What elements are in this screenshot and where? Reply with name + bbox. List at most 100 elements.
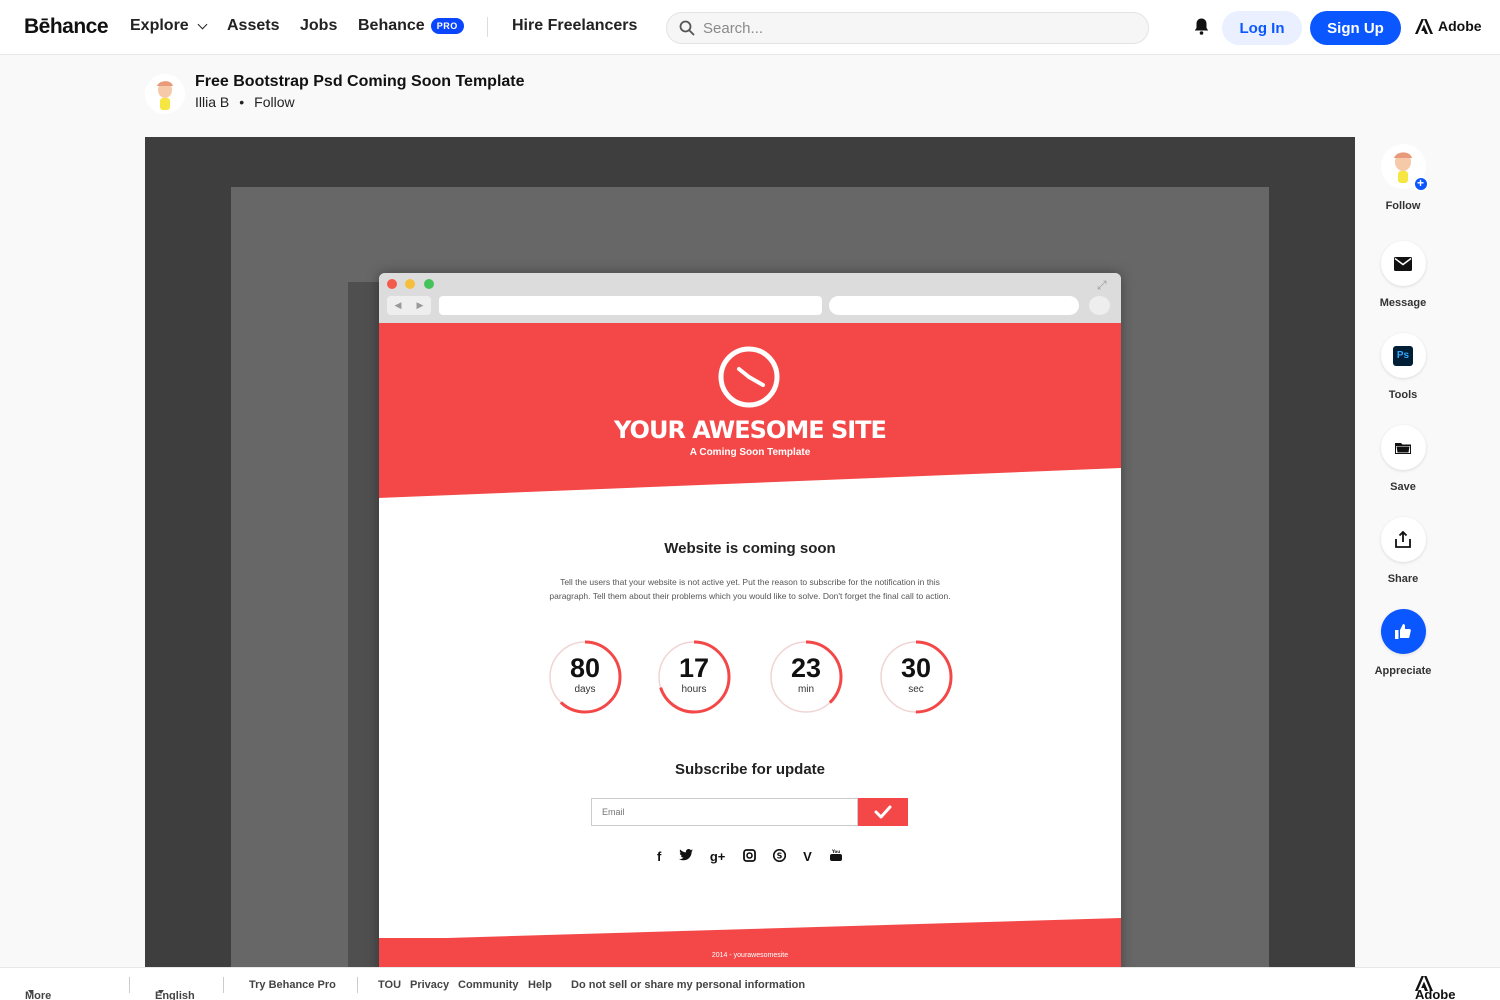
plus-icon: + <box>1412 176 1429 192</box>
site-subtitle: A Coming Soon Template <box>689 447 811 458</box>
counter-days: 80 days <box>547 639 623 715</box>
author-name[interactable]: Illia B <box>195 94 229 110</box>
behance-logo[interactable]: Bēhance <box>24 15 109 39</box>
help-link[interactable]: Help <box>528 979 552 991</box>
youtube-icon: You <box>829 849 843 865</box>
search-icon <box>679 20 695 36</box>
adobe-label: Adobe <box>1438 18 1482 34</box>
footer-divider <box>129 977 130 993</box>
site-title: YOUR AWESOME SITE <box>614 416 887 444</box>
google-plus-icon: g+ <box>709 849 726 864</box>
adobe-link[interactable]: Adobe <box>1415 18 1482 34</box>
vimeo-icon: V <box>803 849 812 864</box>
nav-hire-freelancers[interactable]: Hire Freelancers <box>512 17 637 35</box>
minimize-dot-icon <box>405 279 415 289</box>
follow-link[interactable]: Follow <box>254 94 294 110</box>
email-input <box>592 799 857 825</box>
rail-tools[interactable]: Ps Tools <box>1372 333 1434 401</box>
expand-icon: ⤢ <box>1097 278 1107 292</box>
folder-icon <box>1395 443 1411 454</box>
url-bar <box>439 296 822 315</box>
counter-hours: 17 hours <box>656 639 732 715</box>
svg-text:S: S <box>776 852 782 861</box>
forward-arrow-icon: ▶ <box>416 300 424 310</box>
caret-down-icon <box>158 990 164 994</box>
counter-value: 23 <box>790 653 822 683</box>
rail-label: Save <box>1390 481 1416 493</box>
footer-slant <box>379 918 1121 940</box>
rail-label: Follow <box>1385 200 1421 212</box>
search-bar[interactable] <box>666 12 1149 44</box>
rail-share[interactable]: Share <box>1372 517 1434 585</box>
facebook-icon: f <box>657 849 662 864</box>
rail-save[interactable]: Save <box>1372 425 1434 493</box>
nav-explore-label: Explore <box>130 17 189 34</box>
meta-bullet: • <box>239 94 245 110</box>
save-button[interactable] <box>1380 425 1426 470</box>
social-icons: f g+ S V You <box>657 848 843 865</box>
nav-behance-pro[interactable]: Behance PRO <box>358 17 464 35</box>
nav-jobs[interactable]: Jobs <box>300 17 337 35</box>
footer-divider <box>357 977 358 993</box>
nav-assets[interactable]: Assets <box>227 17 279 35</box>
skype-icon: S <box>772 848 786 865</box>
svg-text:You: You <box>831 849 840 854</box>
photoshop-icon: Ps <box>1393 345 1413 366</box>
counter-seconds: 30 sec <box>878 639 954 715</box>
twitter-icon <box>678 849 693 865</box>
top-navigation-bar: Bēhance Explore Assets Jobs Behance PRO … <box>0 0 1500 55</box>
rail-label: Share <box>1387 573 1419 585</box>
tou-link[interactable]: TOU <box>378 979 401 991</box>
follow-avatar[interactable]: + <box>1380 144 1429 192</box>
coming-soon-paragraph: Tell the users that your website is not … <box>549 577 951 601</box>
maximize-dot-icon <box>424 279 434 289</box>
artwork-footer-text: 2014 - yourawesomesite <box>711 952 789 959</box>
rail-message[interactable]: Message <box>1372 241 1434 309</box>
try-pro-link[interactable]: Try Behance Pro <box>249 979 336 991</box>
rail-label: Message <box>1379 297 1427 309</box>
browser-nav-buttons: ◀ ▶ <box>387 296 431 315</box>
author-avatar[interactable] <box>145 74 185 114</box>
clock-icon <box>718 346 780 408</box>
back-arrow-icon: ◀ <box>394 300 402 310</box>
share-icon <box>1395 531 1411 548</box>
close-dot-icon <box>387 279 397 289</box>
nav-behance-label: Behance <box>358 17 425 34</box>
footer-adobe-link[interactable]: Adobe <box>1415 976 1455 1000</box>
counter-unit: days <box>574 684 596 695</box>
community-link[interactable]: Community <box>458 979 519 991</box>
counter-value: 80 <box>569 653 601 683</box>
share-button[interactable] <box>1380 517 1426 562</box>
footer-adobe-label: Adobe <box>1415 987 1456 1000</box>
project-title: Free Bootstrap Psd Coming Soon Template <box>195 73 525 90</box>
search-input[interactable] <box>703 19 1123 37</box>
checkmark-icon <box>874 805 892 819</box>
rail-appreciate[interactable]: Appreciate <box>1372 609 1434 677</box>
message-button[interactable] <box>1380 241 1426 286</box>
browser-chrome: ⤢ ◀ ▶ <box>379 273 1121 323</box>
signup-button[interactable]: Sign Up <box>1310 11 1401 45</box>
do-not-sell-link[interactable]: Do not sell or share my personal informa… <box>571 979 805 991</box>
notification-bell-icon[interactable] <box>1193 17 1210 41</box>
counter-unit: min <box>797 684 815 695</box>
adobe-logo-icon <box>1415 18 1433 34</box>
rail-label: Tools <box>1388 389 1418 401</box>
nav-explore[interactable]: Explore <box>130 17 208 35</box>
project-canvas: ⤢ ◀ ▶ YOUR AWESOME SITE A Coming Soon Tem… <box>145 137 1355 967</box>
subscribe-submit <box>858 798 908 826</box>
instagram-icon <box>742 849 756 865</box>
appreciate-button[interactable] <box>1380 609 1426 654</box>
counter-minutes: 23 min <box>768 639 844 715</box>
caret-down-icon <box>28 990 34 994</box>
chevron-down-icon <box>197 19 208 29</box>
login-button[interactable]: Log In <box>1222 11 1302 45</box>
footer-divider <box>223 977 224 993</box>
rail-follow[interactable]: + Follow <box>1372 144 1434 212</box>
counter-value: 30 <box>900 653 932 683</box>
nav-divider <box>487 17 488 37</box>
browser-menu-dot <box>1089 296 1110 315</box>
browser-mockup: ⤢ ◀ ▶ YOUR AWESOME SITE A Coming Soon Tem… <box>379 273 1121 967</box>
tools-button[interactable]: Ps <box>1380 333 1426 378</box>
subscribe-heading: Subscribe for update <box>674 761 826 778</box>
privacy-link[interactable]: Privacy <box>410 979 449 991</box>
